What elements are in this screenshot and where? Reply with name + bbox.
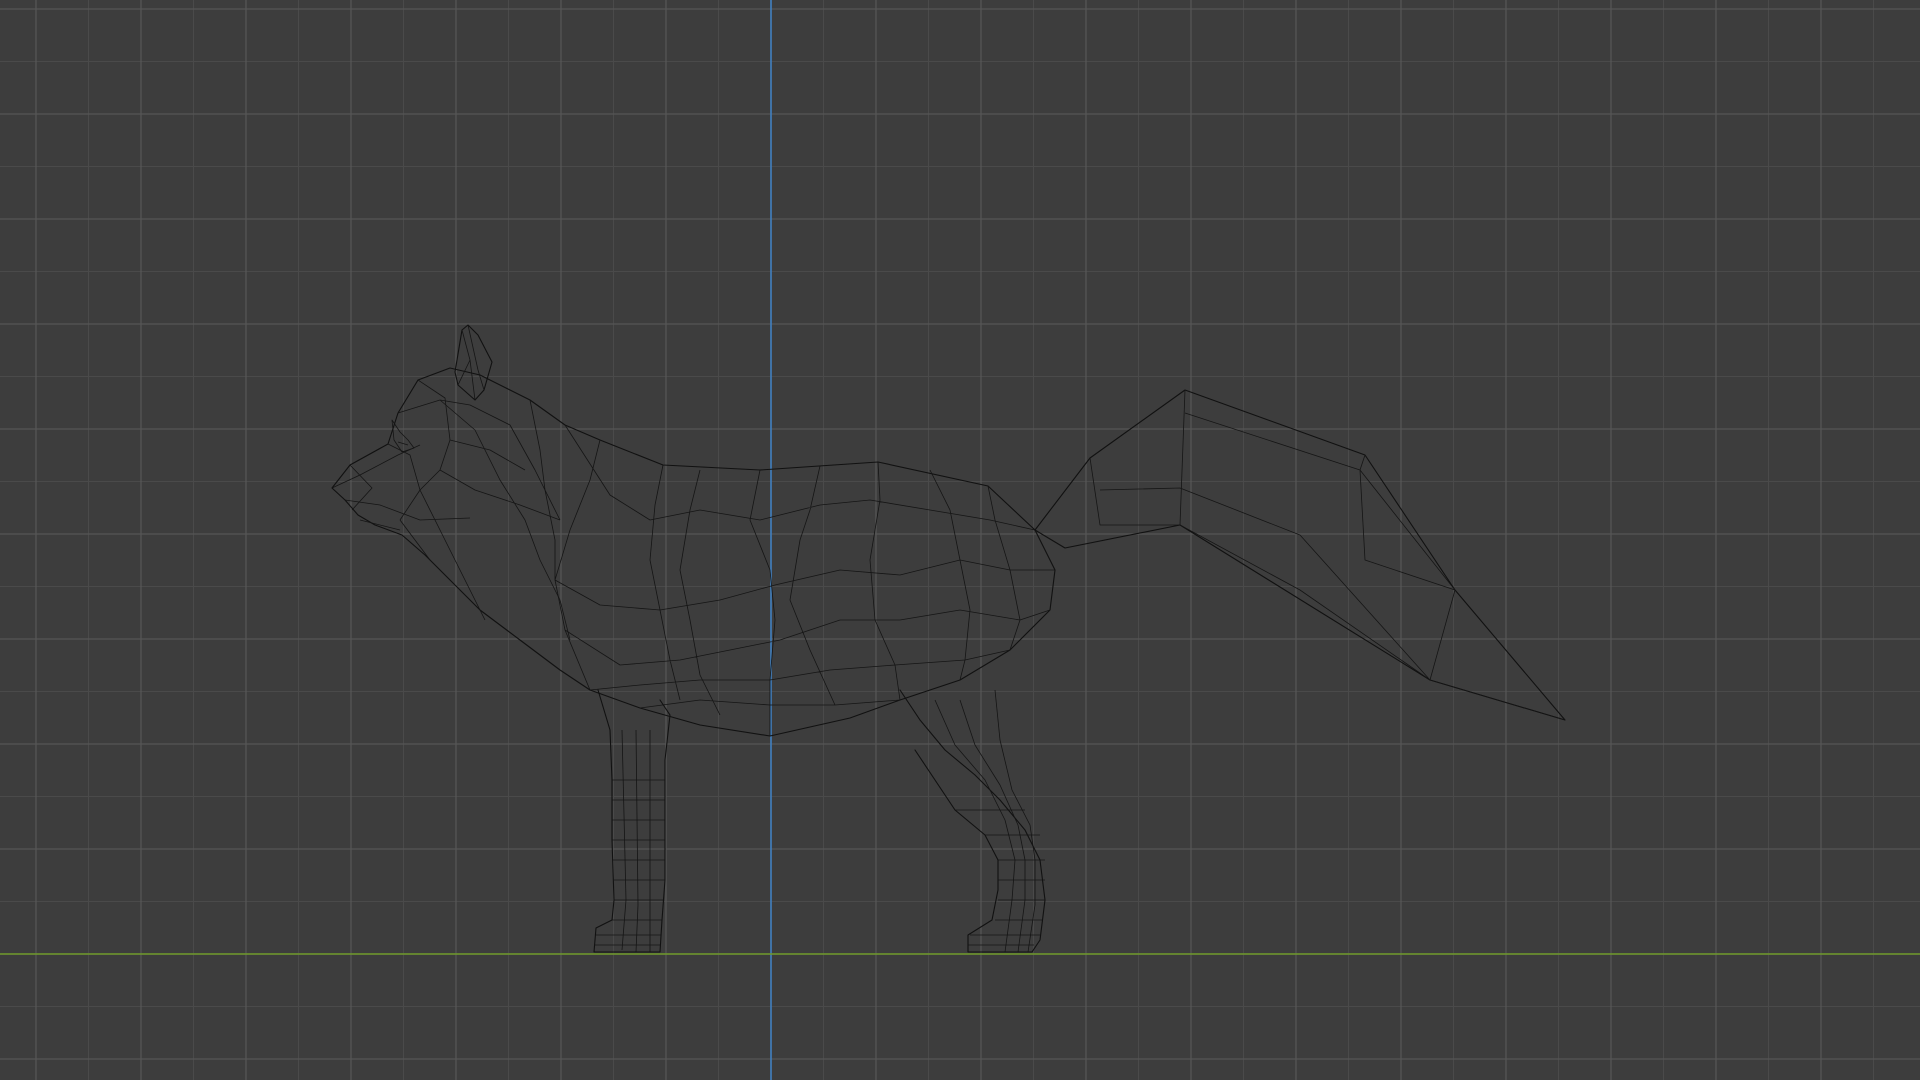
fox-body-lines bbox=[529, 399, 1055, 736]
fox-front-leg bbox=[593, 689, 671, 953]
3d-viewport[interactable] bbox=[0, 0, 1920, 1080]
fox-tail-lines bbox=[1089, 389, 1566, 721]
fox-front-leg-lines bbox=[594, 729, 665, 953]
grid-minor-lines bbox=[0, 0, 1920, 1080]
grid-major-lines bbox=[0, 0, 1920, 1080]
fox-head-lines bbox=[331, 379, 571, 641]
fox-hind-leg-lines bbox=[934, 689, 1045, 953]
fox-tail bbox=[1034, 389, 1566, 721]
viewport-canvas[interactable] bbox=[0, 0, 1920, 1080]
